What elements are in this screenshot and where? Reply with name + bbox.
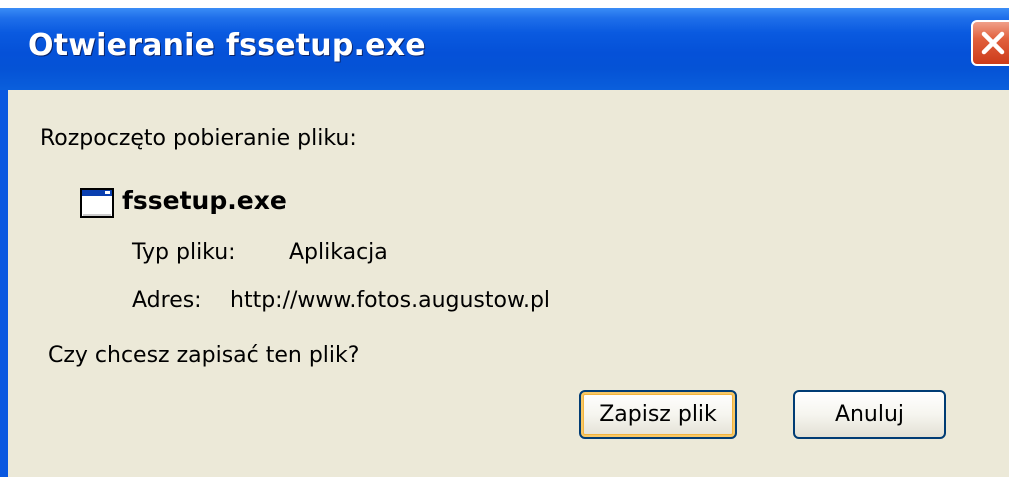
file-type-value: Aplikacja: [289, 240, 388, 265]
title-bar[interactable]: Otwieranie fssetup.exe: [0, 8, 1009, 90]
save-question-text: Czy chcesz zapisać ten plik?: [48, 343, 360, 368]
download-intro-text: Rozpoczęto pobieranie pliku:: [40, 126, 357, 151]
close-button[interactable]: [971, 20, 1009, 66]
file-download-dialog: Otwieranie fssetup.exe Rozpoczęto pobier…: [0, 8, 1009, 477]
close-icon: [981, 31, 1005, 55]
save-file-button[interactable]: Zapisz plik: [579, 390, 737, 439]
file-address-value: http://www.fotos.augustow.pl: [230, 288, 551, 313]
file-address-label: Adres:: [132, 288, 202, 313]
application-window-icon: [80, 188, 114, 218]
dialog-title: Otwieranie fssetup.exe: [28, 28, 426, 63]
file-name: fssetup.exe: [122, 186, 287, 215]
cancel-button[interactable]: Anuluj: [793, 390, 946, 439]
file-type-label: Typ pliku:: [132, 240, 236, 265]
